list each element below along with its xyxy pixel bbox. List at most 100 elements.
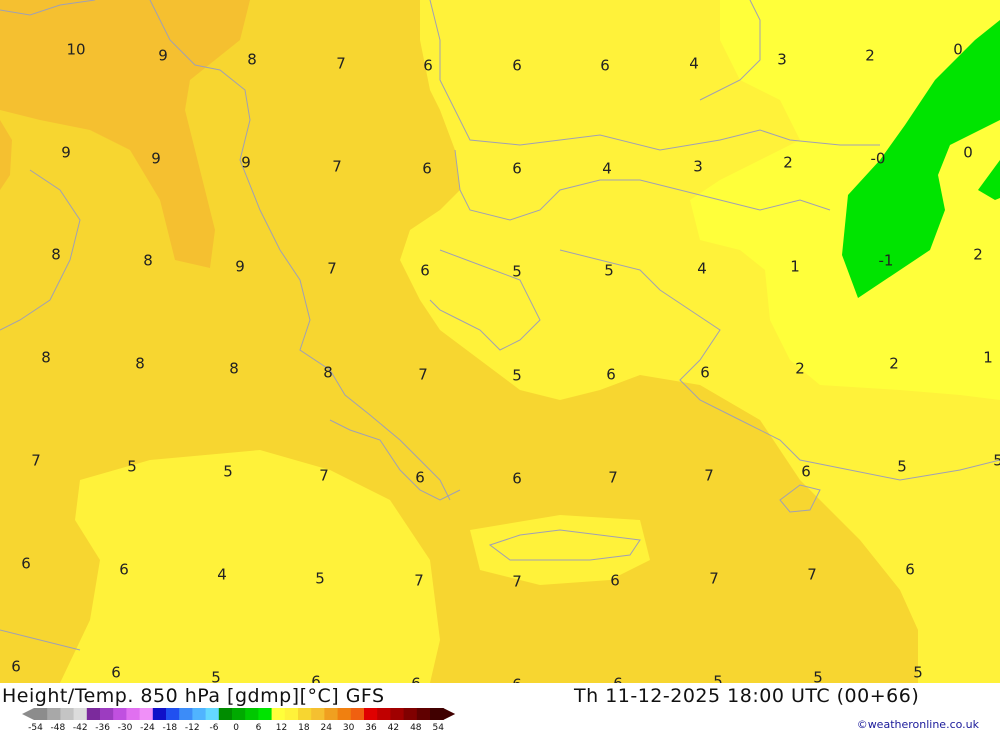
field-value: 6: [423, 57, 433, 75]
scale-label: -24: [140, 723, 155, 733]
scale-label: 30: [342, 723, 355, 733]
field-value: 6: [700, 364, 710, 382]
scale-label: -42: [72, 723, 88, 733]
field-value: 9: [235, 258, 245, 276]
field-value: 6: [415, 469, 425, 487]
field-value: 6: [119, 561, 129, 579]
field-value: 5: [211, 669, 221, 684]
field-value: 6: [512, 676, 522, 684]
field-value: 2: [973, 246, 983, 264]
scale-swatch: [100, 708, 114, 720]
scale-label: 18: [298, 723, 310, 733]
scale-swatch: [218, 708, 233, 720]
scale-swatch: [205, 708, 220, 720]
field-value: 7: [31, 452, 41, 470]
field-value: 6: [11, 658, 21, 676]
scale-swatch: [152, 708, 167, 720]
field-value: 8: [135, 355, 145, 373]
scale-arrow-left: [22, 708, 34, 720]
field-value: 8: [51, 246, 61, 264]
scale-swatch: [47, 708, 61, 720]
field-value: 6: [606, 366, 616, 384]
field-value: 8: [41, 349, 51, 367]
field-value: 6: [600, 57, 610, 75]
scale-swatch: [245, 708, 259, 720]
field-value: 6: [422, 160, 432, 178]
scale-swatch: [34, 708, 48, 720]
field-value: 7: [709, 570, 719, 588]
scale-label: 0: [233, 723, 239, 733]
scale-label: -36: [95, 723, 110, 733]
field-value: 4: [697, 260, 707, 278]
field-value: 6: [905, 561, 915, 579]
field-value: 3: [777, 51, 787, 69]
scale-swatch: [73, 708, 88, 720]
scale-swatch: [284, 708, 299, 720]
scale-swatch: [350, 708, 365, 720]
field-value: 8: [229, 360, 239, 378]
field-value: 5: [913, 664, 923, 682]
field-value: 7: [608, 469, 618, 487]
field-value: 6: [420, 262, 430, 280]
scale-swatch: [403, 708, 418, 720]
scale-swatch: [311, 708, 325, 720]
field-value: 7: [704, 467, 714, 485]
field-value: 5: [993, 452, 1000, 470]
scale-label: 42: [387, 723, 400, 733]
scale-label: 54: [432, 723, 444, 733]
field-value: 1: [983, 349, 993, 367]
scale-swatch: [126, 708, 141, 720]
field-value: 7: [807, 566, 817, 584]
scale-label: 48: [410, 723, 422, 733]
scale-swatch: [258, 708, 273, 720]
scale-swatch: [430, 708, 444, 720]
field-value: 8: [143, 252, 153, 270]
scale-label: 12: [275, 723, 288, 733]
field-value: 8: [247, 51, 257, 69]
scale-label: -54: [28, 723, 43, 733]
scale-swatch: [179, 708, 193, 720]
field-value: 5: [897, 458, 907, 476]
weather-map: 10 9 8 7 6 6 6 4 3 2 0 9 9 9 7 6 6 4 3 2 -0 0 8 8 9 7 6 5 5 4 1 -1 2 8 8 8 8…: [0, 0, 1000, 683]
field-value: 10: [66, 41, 85, 59]
scale-swatch: [377, 708, 391, 720]
scale-label: -30: [117, 723, 133, 733]
field-value: -0: [871, 150, 886, 168]
field-value: 4: [689, 55, 699, 73]
field-value: 7: [414, 572, 424, 590]
field-value: 5: [713, 673, 723, 684]
field-value: 6: [411, 675, 421, 684]
field-value: 8: [323, 364, 333, 382]
field-value: 6: [512, 57, 522, 75]
field-value: 6: [613, 675, 623, 684]
scale-swatch: [139, 708, 154, 720]
field-value: 9: [241, 154, 251, 172]
field-value: 2: [795, 360, 805, 378]
field-value: 0: [953, 41, 963, 59]
field-value: 2: [783, 154, 793, 172]
field-value: 5: [813, 669, 823, 684]
scale-label: -48: [50, 723, 66, 733]
scale-swatch: [192, 708, 207, 720]
scale-label: -12: [184, 723, 200, 733]
field-value: 7: [332, 158, 342, 176]
scale-swatch: [232, 708, 246, 720]
scale-swatch: [390, 708, 405, 720]
scale-arrow-right: [443, 708, 456, 720]
field-value: 5: [512, 367, 522, 385]
scale-label: 24: [320, 723, 332, 733]
field-value: 7: [327, 260, 337, 278]
field-value: 7: [336, 55, 346, 73]
scale-label: 6: [255, 723, 262, 733]
scale-swatch: [337, 708, 352, 720]
field-value: 9: [151, 150, 161, 168]
field-value: 7: [418, 366, 428, 384]
field-value: 6: [111, 664, 121, 682]
field-value: 4: [217, 566, 227, 584]
credit-link[interactable]: ©weatheronline.co.uk: [857, 718, 979, 731]
footer-bar: Height/Temp. 850 hPa [gdmp][°C] GFS Th 1…: [0, 683, 1000, 733]
field-value: 6: [801, 463, 811, 481]
field-value: 7: [512, 573, 522, 591]
scale-swatch: [166, 708, 180, 720]
scale-swatch: [271, 708, 286, 720]
